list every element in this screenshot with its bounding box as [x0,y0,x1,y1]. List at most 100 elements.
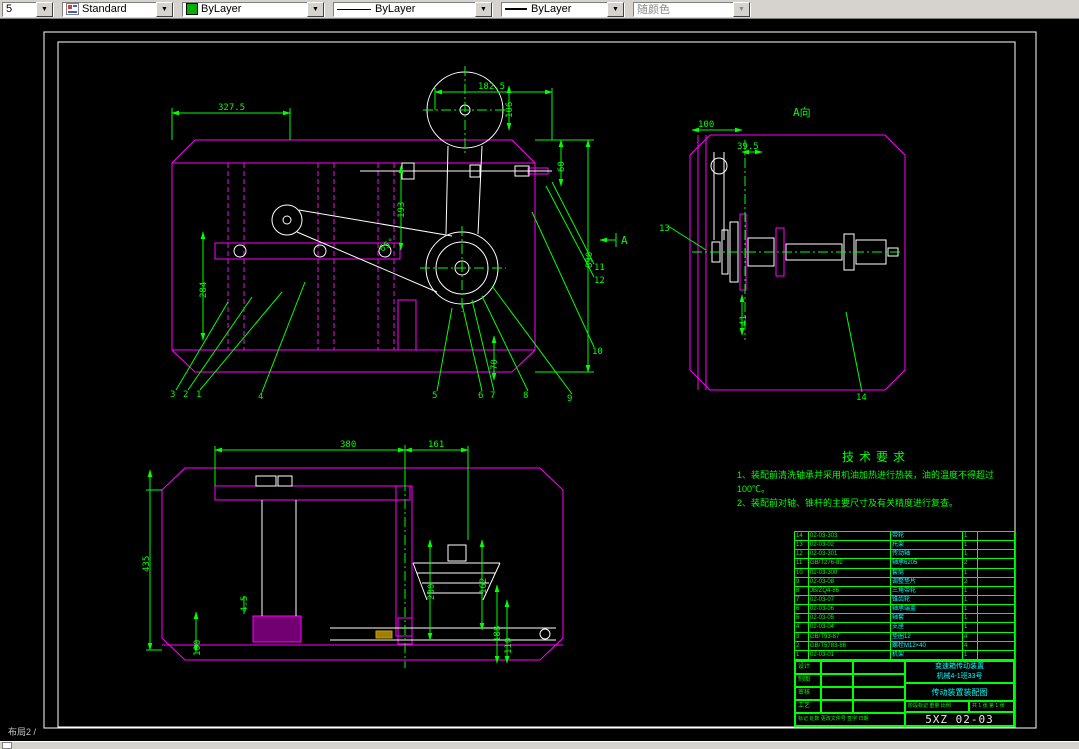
tb-empty-cell [853,661,905,674]
color-combo[interactable]: ByLayer ▼ [182,1,325,17]
parts-table-cell: 轴承6205 [890,559,962,568]
title-block-row: 工艺 [795,700,905,713]
parts-table-cell: 2 [962,559,977,568]
dim-label: 6 [478,391,483,401]
side-view-details [710,152,899,283]
color-combo-value: ByLayer [201,3,242,15]
tb-class-no: 机械4-1班33号 [936,673,983,680]
text-style-combo-arrow-icon[interactable]: ▼ [156,1,173,17]
parts-table-cell: 14 [796,533,803,539]
lineweight-combo[interactable]: ByLayer ▼ [501,1,625,17]
parts-table-cell: 5 [796,615,800,622]
dim-label: A向 [793,105,811,119]
tb-label-check: 审核 [795,687,821,700]
tb-empty-cell [821,674,853,687]
top-toolbar: 5 ▼ Standard ▼ ByLayer ▼ ByLayer ▼ ByLay… [0,0,1079,19]
parts-table-cell: 9 [796,578,800,585]
dim-label: 106 [505,102,515,118]
parts-table-row: 2 GB/T5783-86 螺栓M12×40 4 [795,640,1014,650]
parts-table-cell: 1 [962,541,977,550]
parts-table-cell [977,641,1014,650]
parts-table-row: 7 02-03-07 锥齿轮 1 [795,594,1014,605]
parts-table-cell: 1 [962,623,977,632]
parts-table-cell: 02-03-06 [808,605,890,614]
lineweight-combo-arrow-icon[interactable]: ▼ [607,1,624,17]
dim-label: 13 [659,224,670,234]
linetype-combo-arrow-icon[interactable]: ▼ [475,1,492,17]
parts-table-cell: JB/ZQ4-86 [808,586,890,595]
bottom-view-dims [146,446,510,664]
side-view-dims [667,127,863,393]
dim-label: 182.5 [478,82,505,92]
dim-label: 5 [432,391,437,401]
color-combo-arrow-icon[interactable]: ▼ [307,1,324,17]
parts-table-row: 8 JB/ZQ4-86 三角带轮 1 [795,585,1014,595]
dim-label: 162 [479,578,489,594]
parts-table-cell: 传动轴 [890,550,962,559]
parts-table-cell: 02-03-300 [808,568,890,577]
dim-label: 14 [856,393,867,403]
layout-tab-label[interactable]: 布局2 / [8,725,36,738]
linetype-combo[interactable]: ByLayer ▼ [333,1,493,17]
parts-table-cell: 02-03-05 [808,614,890,623]
parts-table-cell: 1 [962,614,977,623]
parts-table-cell: 8 [796,587,800,594]
parts-table-cell [977,605,1014,614]
dim-label: 327.5 [218,103,245,113]
tb-revision-labels: 标记 处数 更改文件号 签字 日期 [795,713,905,726]
parts-table-cell [977,568,1014,577]
layer-combo[interactable]: 5 ▼ [2,1,54,17]
parts-table-cell: 托架 [890,541,962,550]
parts-table-cell [977,650,1014,659]
tb-product-name: 变速箱传动装置 [935,663,984,670]
front-view [171,139,549,373]
tb-label-process: 工艺 [795,700,821,713]
parts-table-cell: 1 [962,605,977,614]
parts-table-cell [977,614,1014,623]
parts-table-cell: 3 [796,633,800,640]
text-style-combo[interactable]: Standard ▼ [62,1,174,17]
layer-combo-arrow-icon[interactable]: ▼ [36,1,53,17]
parts-table-cell: 1 [962,595,977,605]
parts-table-cell: 4 [796,624,800,631]
parts-table-cell: 02-03-01 [808,650,890,659]
tb-label-design: 设计 [795,661,821,674]
parts-table-cell [977,595,1014,605]
bottom-view-details [255,475,556,641]
parts-table-cell [977,623,1014,632]
parts-table-cell: 轴承端盖 [890,605,962,614]
front-view-leaders [175,181,617,395]
dim-label: 7 [490,391,495,401]
parts-table-cell: 6 [796,606,800,613]
parts-table-cell [977,632,1014,641]
plotstyle-combo-value: 随颜色 [637,4,670,16]
parts-table-cell [977,577,1014,586]
dim-label: 8 [523,391,528,401]
parts-table-cell [977,559,1014,568]
parts-table-cell [977,586,1014,595]
resize-grip[interactable] [2,742,12,749]
parts-table-cell: 4 [962,641,977,650]
technical-requirements: 技术要求 1、装配前清洗轴承并采用机油加热进行热装，油的温度不得超过100℃。 … [737,448,1015,511]
parts-table-cell: 1 [962,650,977,659]
front-view-dims [171,85,594,381]
tb-empty-cell [821,687,853,700]
parts-table-cell: 1 [962,532,977,541]
linetype-combo-value: ByLayer [375,3,416,15]
drawing-canvas[interactable]: 327.5 182.5 106 60 193 890 284 65° 70 3 2 1 4 5 6 7 8 9 10… [0,19,1079,741]
linetype-line-icon [337,8,371,10]
dim-label: 284 [199,282,209,298]
parts-table-cell [977,532,1014,541]
lineweight-line-icon [505,8,527,10]
tb-label-draft: 制图 [795,674,821,687]
tb-empty-cell [821,661,853,674]
parts-table-cell: 02-03-02 [808,541,890,550]
tb-empty-cell [853,674,905,687]
dim-label: 188 [493,626,503,642]
dim-label: 100 [193,640,203,656]
parts-table-cell: 1 [796,651,800,658]
parts-table-row: 11 GB/T276-82 轴承6205 2 [795,558,1014,568]
tb-drawing-title-cell: 传动装置装配图 [905,683,1014,701]
lineweight-combo-value: ByLayer [531,3,572,15]
title-block-row: 制图 [795,674,905,687]
